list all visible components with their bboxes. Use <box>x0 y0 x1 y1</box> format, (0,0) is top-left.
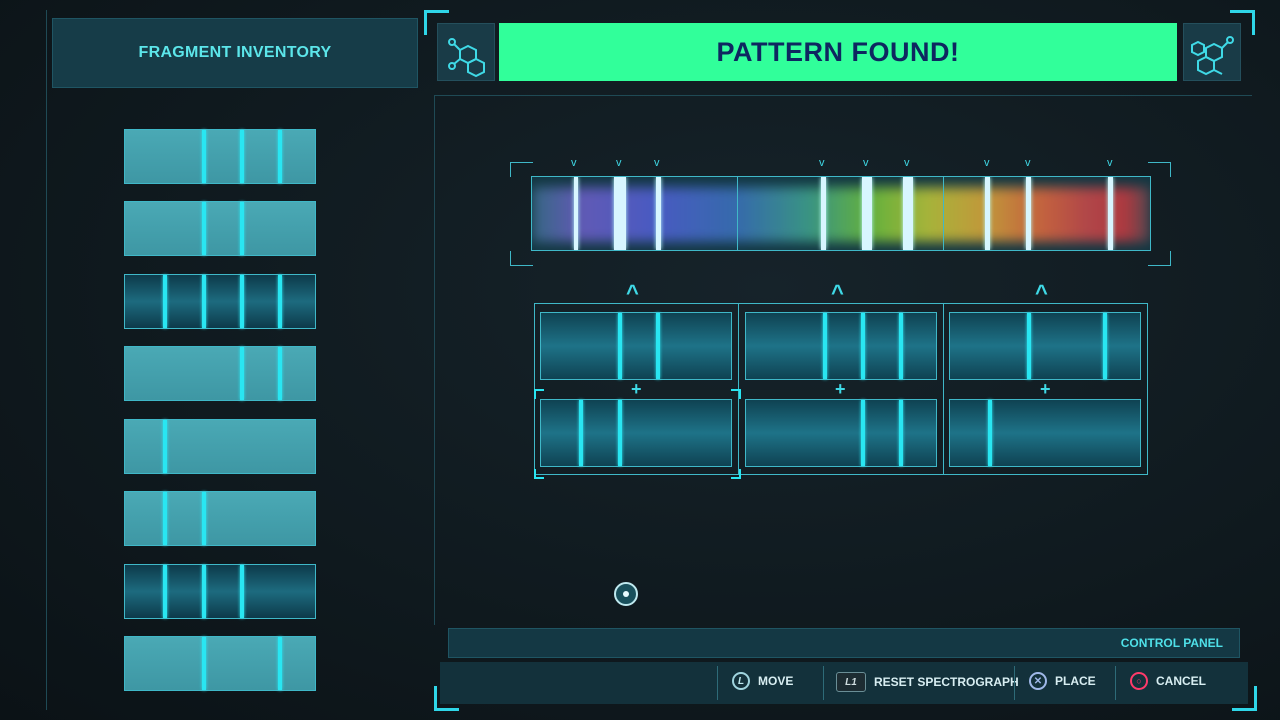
frame-corner <box>1232 686 1257 711</box>
inventory-title: FRAGMENT INVENTORY <box>138 44 332 61</box>
control-panel-title: CONTROL PANEL <box>1120 636 1223 650</box>
left-stick-icon: L <box>732 672 750 690</box>
slot-fragment[interactable] <box>540 312 732 380</box>
frame-corner <box>434 686 459 711</box>
circle-button-icon: ○ <box>1130 672 1148 690</box>
fragment-6[interactable] <box>124 491 316 546</box>
molecule-icon <box>1183 23 1241 81</box>
fragment-2[interactable] <box>124 201 316 256</box>
place-action[interactable]: ✕ PLACE <box>1029 672 1096 690</box>
control-panel-header: CONTROL PANEL <box>448 628 1240 658</box>
move-action[interactable]: L MOVE <box>732 672 793 690</box>
line-marker: v <box>863 157 869 169</box>
cross-button-icon: ✕ <box>1029 672 1047 690</box>
plus-icon: + <box>631 379 642 399</box>
line-marker: v <box>984 157 990 169</box>
line-marker: v <box>1025 157 1031 169</box>
l1-button-icon: L1 <box>836 672 866 692</box>
plus-icon: + <box>835 379 846 399</box>
slot-fragment[interactable] <box>745 399 937 467</box>
status-banner: PATTERN FOUND! <box>499 23 1177 81</box>
control-panel-actions: L MOVE L1 RESET SPECTROGRAPH ✕ PLACE ○ C… <box>440 662 1248 704</box>
fragment-5[interactable] <box>124 419 316 474</box>
cancel-action[interactable]: ○ CANCEL <box>1130 672 1206 690</box>
line-marker: v <box>819 157 825 169</box>
slot-fragment[interactable] <box>949 312 1141 380</box>
spectrograph <box>531 176 1151 251</box>
fragment-7[interactable] <box>124 564 316 619</box>
line-marker: v <box>1107 157 1113 169</box>
slot-fragment[interactable] <box>949 399 1141 467</box>
fragment-8[interactable] <box>124 636 316 691</box>
line-marker: v <box>571 157 577 169</box>
cursor[interactable] <box>614 582 638 606</box>
fragment-3[interactable] <box>124 274 316 329</box>
inventory-header: FRAGMENT INVENTORY <box>52 18 418 88</box>
line-marker: v <box>654 157 660 169</box>
molecule-icon <box>437 23 495 81</box>
line-marker: v <box>904 157 910 169</box>
fragment-4[interactable] <box>124 346 316 401</box>
reset-spectrograph-action[interactable]: L1 RESET SPECTROGRAPH <box>836 672 1019 692</box>
line-marker: v <box>616 157 622 169</box>
slot-fragment[interactable] <box>745 312 937 380</box>
slot-fragment[interactable] <box>540 399 732 467</box>
fragment-1[interactable] <box>124 129 316 184</box>
status-text: PATTERN FOUND! <box>716 36 960 67</box>
plus-icon: + <box>1040 379 1051 399</box>
